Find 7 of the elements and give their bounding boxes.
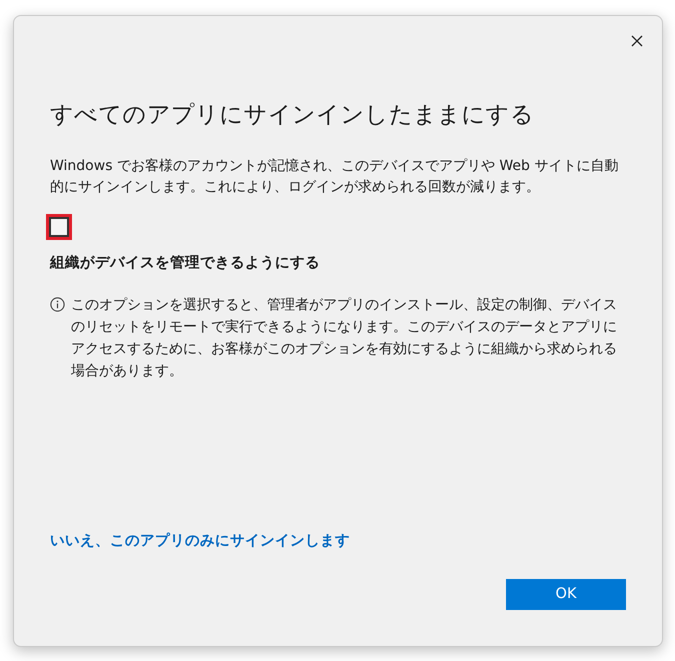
description-text: Windows でお客様のアカウントが記憶され、このデバイスでアプリや Web サイトに自動的にサインインします。これにより、ログインが求められる回数が減ります。 (50, 156, 620, 197)
info-icon (50, 297, 65, 312)
checkbox-label[interactable]: 組織がデバイスを管理できるようにする (50, 252, 626, 274)
dialog-title: すべてのアプリにサインインしたままにする (50, 102, 535, 130)
info-text: このオプションを選択すると、管理者がアプリのインストール、設定の制御、デバイスのリセットをリモートで実行できるようになります。このデバイスのデータとアプリにアクセスするために、お客様がこのオプションを有効にするように組織から求められる場合があります。 (71, 296, 618, 382)
ok-button[interactable]: OK (506, 579, 626, 610)
sign-in-this-app-only-link[interactable]: いいえ、このアプリのみにサインインします (50, 531, 350, 553)
